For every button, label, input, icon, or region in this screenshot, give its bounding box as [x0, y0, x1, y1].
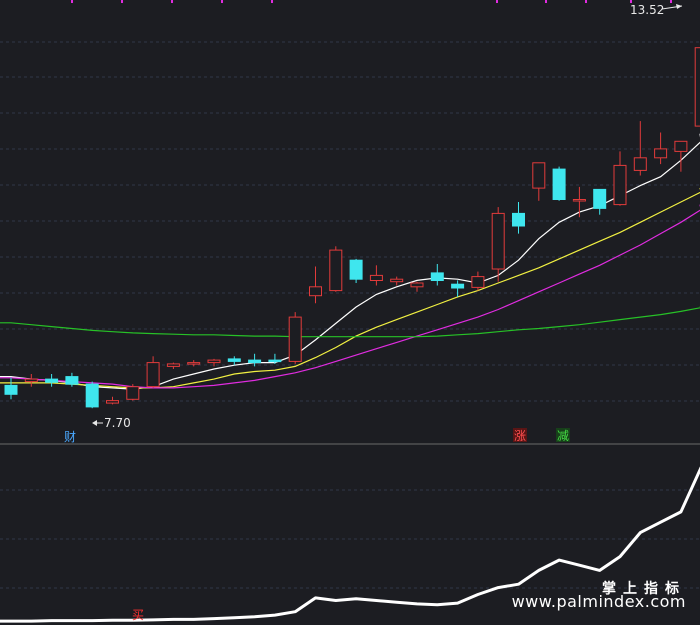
watermark-url: www.palmindex.com	[511, 592, 686, 611]
marker-jian: 减	[557, 429, 569, 443]
marker-zhang: 涨	[514, 428, 526, 443]
candle	[349, 258, 363, 283]
marker-mai: 买	[132, 608, 144, 622]
candle	[126, 384, 140, 401]
candle	[288, 312, 302, 364]
marker-cai: 财	[64, 430, 76, 444]
candle	[329, 246, 343, 292]
low-price-label: 7.70	[104, 416, 131, 430]
candle	[85, 381, 99, 409]
stock-chart: 13.52 7.70 财 涨 减 买	[0, 0, 700, 625]
high-price-label: 13.52	[630, 3, 664, 17]
candle	[552, 166, 566, 201]
